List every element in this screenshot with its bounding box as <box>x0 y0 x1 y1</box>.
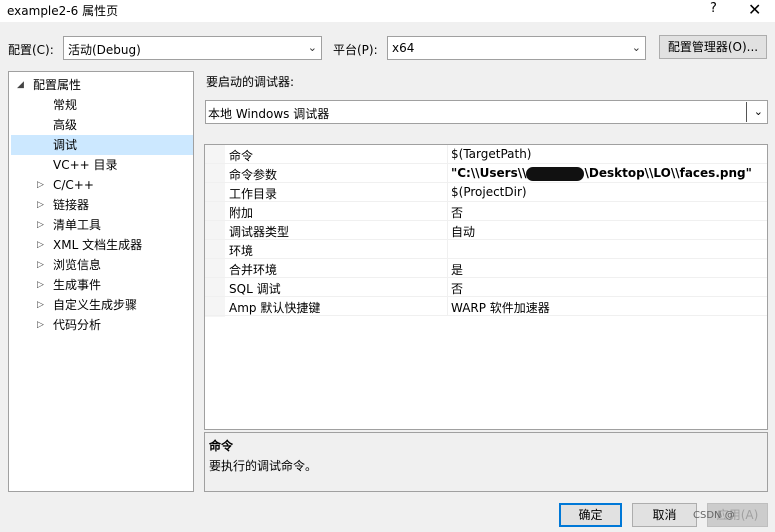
property-value[interactable]: WARP 软件加速器 <box>451 299 550 316</box>
property-name: 附加 <box>229 206 254 220</box>
tree-item[interactable]: ▷ C/C++ <box>9 175 193 195</box>
expand-icon[interactable]: ▷ <box>37 275 44 295</box>
tree-item[interactable]: 高级 <box>9 115 193 135</box>
tree-item-label: 配置属性 <box>33 78 82 92</box>
collapse-icon[interactable]: ◢ <box>17 75 24 95</box>
property-name: 合并环境 <box>229 263 278 277</box>
tree-item-label: 浏览信息 <box>53 258 102 272</box>
column-separator <box>447 183 448 202</box>
watermark: CSDN @ <box>693 510 735 521</box>
close-button[interactable]: ✕ <box>748 0 761 19</box>
expand-icon[interactable]: ▷ <box>37 255 44 275</box>
tree-item-label: 生成事件 <box>53 278 102 292</box>
platform-value: x64 <box>392 41 415 55</box>
expand-icon[interactable]: ▷ <box>37 295 44 315</box>
config-dropdown[interactable]: 活动(Debug) ⌄ <box>63 36 322 60</box>
column-separator <box>447 240 448 259</box>
property-tree: ◢ 配置属性 常规高级调试 VC++ 目录 ▷ C/C++ ▷ 链接器 ▷ 清单工具 ▷ XML … <box>8 71 194 492</box>
tree-item[interactable]: 调试 <box>11 135 193 155</box>
window-title: example2-6 属性页 <box>7 4 119 18</box>
property-value[interactable]: $(TargetPath) <box>451 147 531 161</box>
property-value[interactable]: 否 <box>451 204 463 221</box>
property-value[interactable]: $(ProjectDir) <box>451 185 527 199</box>
tree-item[interactable]: 常规 <box>9 95 193 115</box>
ok-button[interactable]: 确定 <box>559 503 622 527</box>
tree-item-root[interactable]: ◢ 配置属性 <box>9 75 193 95</box>
property-row[interactable]: 合并环境 是 <box>205 259 767 278</box>
tree-item[interactable]: ▷ 生成事件 <box>9 275 193 295</box>
tree-item-label: 高级 <box>53 118 78 132</box>
expand-icon[interactable]: ▷ <box>37 215 44 235</box>
column-separator <box>447 164 448 183</box>
tree-item-label: 常规 <box>53 98 78 112</box>
column-separator <box>447 221 448 240</box>
value-prefix: "C:\\Users\\ <box>451 166 527 180</box>
expand-icon[interactable]: ▷ <box>37 235 44 255</box>
tree-item[interactable]: VC++ 目录 <box>9 155 193 175</box>
property-value[interactable]: 是 <box>451 261 463 278</box>
property-name: Amp 默认快捷键 <box>229 301 321 315</box>
title-bar: example2-6 属性页 ? ✕ <box>0 0 775 22</box>
property-row[interactable]: 环境 <box>205 240 767 259</box>
description-text: 要执行的调试命令。 <box>209 459 318 473</box>
dropdown-divider <box>746 102 747 122</box>
tree-item[interactable]: ▷ 代码分析 <box>9 315 193 335</box>
property-grid: 命令 $(TargetPath) 命令参数 "C:\\Users\\ \Desktop\… <box>204 144 768 430</box>
tree-item[interactable]: ▷ 浏览信息 <box>9 255 193 275</box>
redaction-mark <box>526 166 585 181</box>
tree-item-label: XML 文档生成器 <box>53 238 143 252</box>
platform-dropdown[interactable]: x64 ⌄ <box>387 36 646 60</box>
property-row[interactable]: 命令 $(TargetPath) <box>205 145 767 164</box>
property-name: 调试器类型 <box>229 225 290 239</box>
tree-item-label: 链接器 <box>53 198 90 212</box>
property-row[interactable]: 调试器类型 自动 <box>205 221 767 240</box>
tree-item-label: 代码分析 <box>53 318 102 332</box>
property-name: SQL 调试 <box>229 282 281 296</box>
chevron-down-icon: ⌄ <box>753 105 763 118</box>
tree-item-label: VC++ 目录 <box>53 158 118 172</box>
column-separator <box>447 202 448 221</box>
debugger-value: 本地 Windows 调试器 <box>208 107 330 121</box>
tree-item-label: 自定义生成步骤 <box>53 298 138 312</box>
tree-item-label: 清单工具 <box>53 218 102 232</box>
expand-icon[interactable]: ▷ <box>37 175 44 195</box>
debugger-label: 要启动的调试器: <box>206 75 295 89</box>
property-row[interactable]: Amp 默认快捷键 WARP 软件加速器 <box>205 297 767 316</box>
tree-item[interactable]: ▷ 清单工具 <box>9 215 193 235</box>
value-suffix: \Desktop\\LO\\faces.png" <box>584 166 752 180</box>
chevron-down-icon: ⌄ <box>307 41 317 54</box>
column-separator <box>447 278 448 297</box>
property-row[interactable]: SQL 调试 否 <box>205 278 767 297</box>
property-value[interactable]: 自动 <box>451 223 475 240</box>
expand-icon[interactable]: ▷ <box>37 315 44 335</box>
help-button[interactable]: ? <box>710 1 717 16</box>
property-row[interactable]: 命令参数 "C:\\Users\\ \Desktop\\LO\\faces.png" <box>205 164 767 183</box>
property-name: 工作目录 <box>229 187 278 201</box>
debugger-dropdown[interactable]: 本地 Windows 调试器 ⌄ <box>205 100 768 124</box>
tree-item[interactable]: ▷ 自定义生成步骤 <box>9 295 193 315</box>
expand-icon[interactable]: ▷ <box>37 195 44 215</box>
chevron-down-icon: ⌄ <box>631 41 641 54</box>
tree-item-label: 调试 <box>53 138 78 152</box>
property-name: 命令 <box>229 149 254 163</box>
property-name: 环境 <box>229 244 254 258</box>
config-label: 配置(C): <box>8 43 54 57</box>
property-row[interactable]: 附加 否 <box>205 202 767 221</box>
platform-label: 平台(P): <box>333 43 378 57</box>
column-separator <box>447 259 448 278</box>
description-title: 命令 <box>209 439 234 453</box>
tree-item[interactable]: ▷ 链接器 <box>9 195 193 215</box>
cancel-button[interactable]: 取消 <box>632 503 697 527</box>
description-panel: 命令 要执行的调试命令。 <box>204 432 768 492</box>
config-manager-button[interactable]: 配置管理器(O)... <box>659 35 767 59</box>
property-value[interactable]: "C:\\Users\\ \Desktop\\LO\\faces.png" <box>451 166 752 181</box>
property-value[interactable]: 否 <box>451 280 463 297</box>
column-separator <box>447 145 448 164</box>
tree-item[interactable]: ▷ XML 文档生成器 <box>9 235 193 255</box>
config-value: 活动(Debug) <box>68 43 141 57</box>
column-separator <box>447 297 448 316</box>
property-name: 命令参数 <box>229 168 278 182</box>
property-row[interactable]: 工作目录 $(ProjectDir) <box>205 183 767 202</box>
tree-item-label: C/C++ <box>53 178 94 192</box>
